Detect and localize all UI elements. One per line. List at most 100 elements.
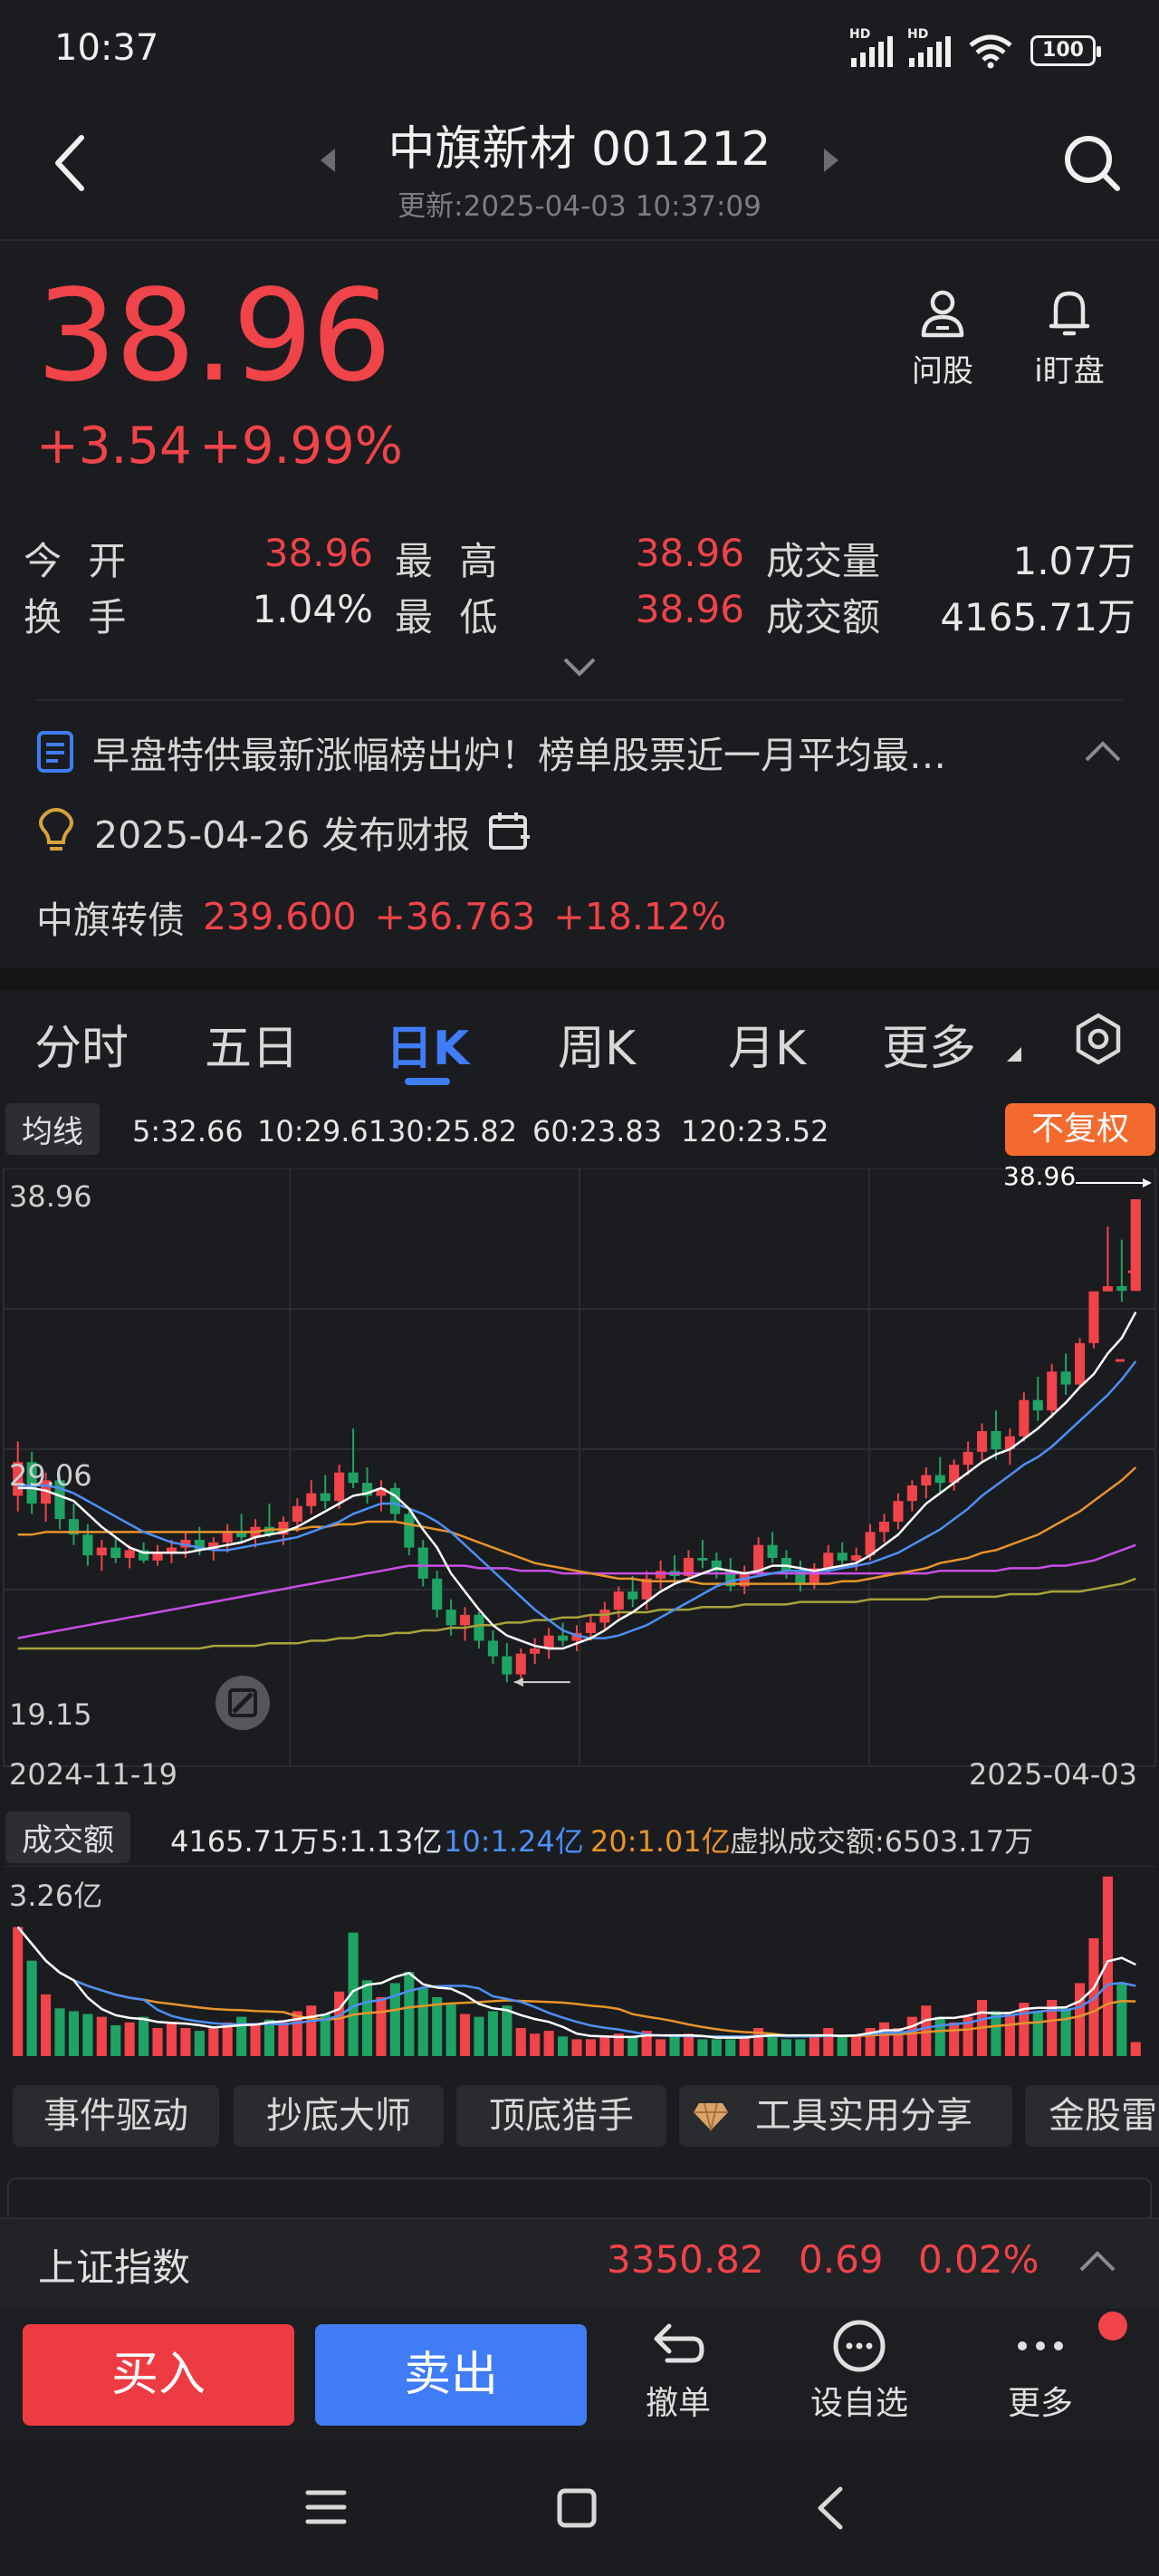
chip-golden-stock[interactable]: 金股雷	[1025, 2085, 1159, 2147]
settings-icon[interactable]	[1072, 1013, 1125, 1065]
more-label: 更多	[1007, 2385, 1073, 2422]
volume-bar	[627, 2036, 638, 2056]
candle-body	[823, 1552, 834, 1569]
volume-bar	[54, 2008, 65, 2056]
news-row[interactable]: 早盘特供最新涨幅榜出炉！榜单股票近一月平均最…	[36, 725, 1123, 779]
tab-weekly-k[interactable]: 周K	[558, 1010, 636, 1078]
candle-body	[292, 1505, 302, 1522]
cancel-order-button[interactable]: 撤单	[610, 2319, 746, 2424]
chevron-up-icon[interactable]	[1078, 2250, 1117, 2273]
volume-bar	[809, 2036, 819, 2056]
volume-bar	[306, 2005, 317, 2056]
candle-body	[515, 1653, 526, 1675]
volume-ma10: 10:1.24亿	[444, 1824, 584, 1859]
candle-body	[1102, 1286, 1113, 1292]
watch-button[interactable]: i盯盘	[1020, 288, 1119, 390]
candle-body	[348, 1472, 359, 1484]
volume-bar	[376, 1996, 387, 2056]
ma10-value: 10:29.61	[257, 1114, 388, 1149]
candle-body	[417, 1547, 428, 1579]
turnover-label: 换 手	[24, 595, 134, 639]
volume-bar	[208, 2028, 219, 2056]
tab-five-day[interactable]: 五日	[205, 1010, 299, 1078]
chip-event-driven[interactable]: 事件驱动	[13, 2085, 219, 2147]
signal-icon: HD	[849, 27, 893, 67]
document-icon	[37, 731, 73, 773]
calendar-add-icon[interactable]	[488, 810, 532, 853]
tab-more[interactable]: 更多	[882, 1010, 976, 1078]
volume-bar	[124, 2022, 135, 2056]
volume-bar	[1075, 1983, 1086, 2056]
high-value: 38.96	[635, 531, 744, 575]
volume-bar	[417, 1988, 428, 2056]
candle-body	[963, 1451, 973, 1466]
ma-selector[interactable]: 均线	[5, 1103, 100, 1155]
chevron-up-icon[interactable]	[1083, 740, 1123, 764]
candle-body	[1088, 1291, 1099, 1343]
section-gap	[0, 967, 1159, 991]
sell-button[interactable]: 卖出	[315, 2324, 587, 2426]
candle-body	[306, 1493, 317, 1506]
report-row[interactable]: 2025-04-26 发布财报	[36, 804, 532, 859]
open-value: 38.96	[263, 531, 373, 575]
volume-bar	[445, 2003, 456, 2056]
tab-daily-k[interactable]: 日K	[386, 1010, 469, 1078]
chip-top-bottom-hunter[interactable]: 顶底猎手	[456, 2085, 666, 2147]
low-value: 38.96	[635, 587, 744, 631]
price-change-pct: +9.99%	[199, 417, 403, 476]
volume-bar	[96, 2016, 107, 2056]
y-tick-top: 38.96	[9, 1179, 92, 1214]
candle-body	[334, 1472, 345, 1502]
volume-bar	[906, 2016, 917, 2056]
volume-chart[interactable]	[0, 1866, 1159, 2060]
candle-body	[82, 1534, 93, 1556]
search-icon[interactable]	[1061, 132, 1125, 196]
volume-bar	[334, 1991, 345, 2056]
volume-label: 成交量	[766, 539, 881, 583]
last-close-label: 38.96	[1003, 1161, 1077, 1191]
volume-bar	[194, 2031, 205, 2056]
volume-bar	[278, 2022, 289, 2056]
watch-label: i盯盘	[1034, 353, 1105, 389]
volume-bar	[1116, 1983, 1127, 2056]
volume-selector[interactable]: 成交额	[5, 1812, 130, 1863]
volume-bar	[1032, 2011, 1043, 2056]
candle-body	[851, 1555, 862, 1561]
nav-back-icon[interactable]	[813, 2485, 846, 2531]
home-icon[interactable]	[556, 2487, 598, 2529]
candle-body	[445, 1610, 456, 1626]
x-tick-end: 2025-04-03	[969, 1757, 1137, 1792]
chevron-down-icon[interactable]	[561, 656, 598, 679]
cancel-order-label: 撤单	[645, 2385, 711, 2422]
tab-intraday[interactable]: 分时	[34, 1010, 129, 1078]
candle-body	[976, 1431, 988, 1452]
candle-body	[124, 1550, 135, 1558]
tab-monthly-k[interactable]: 月K	[728, 1010, 806, 1078]
candlestick-chart[interactable]	[0, 1168, 1159, 1802]
wifi-icon	[969, 34, 1012, 69]
more-button[interactable]: 更多	[972, 2319, 1108, 2424]
volume-bar	[82, 2014, 93, 2056]
bond-row[interactable]: 中旗转债 239.600 +36.763 +18.12%	[36, 889, 726, 944]
ask-stock-button[interactable]: 问股	[893, 288, 992, 390]
volume-bar	[26, 1960, 37, 2056]
menu-icon[interactable]	[304, 2487, 348, 2527]
candle-body	[487, 1640, 498, 1657]
volume-ma20: 20:1.01亿	[590, 1824, 731, 1859]
volume-selector-label: 成交额	[22, 1822, 114, 1859]
volume-bar	[404, 1972, 415, 2056]
drawing-tool-icon[interactable]	[214, 1674, 272, 1732]
chip-tools-share[interactable]: 工具实用分享	[679, 2085, 1012, 2147]
candle-body	[530, 1648, 541, 1654]
volume-bar	[1060, 2008, 1071, 2056]
adjust-button[interactable]: 不复权	[1005, 1103, 1155, 1156]
buy-button[interactable]: 买入	[23, 2324, 294, 2426]
candle-body	[656, 1571, 666, 1579]
chip-bottom-master[interactable]: 抄底大师	[234, 2085, 444, 2147]
add-watchlist-button[interactable]: 设自选	[791, 2319, 927, 2424]
volume-bar	[1130, 2042, 1141, 2056]
volume-bar	[459, 2014, 471, 2056]
candle-body	[599, 1610, 610, 1623]
turnover-value: 1.04%	[252, 587, 373, 631]
add-watchlist-label: 设自选	[809, 2385, 908, 2422]
